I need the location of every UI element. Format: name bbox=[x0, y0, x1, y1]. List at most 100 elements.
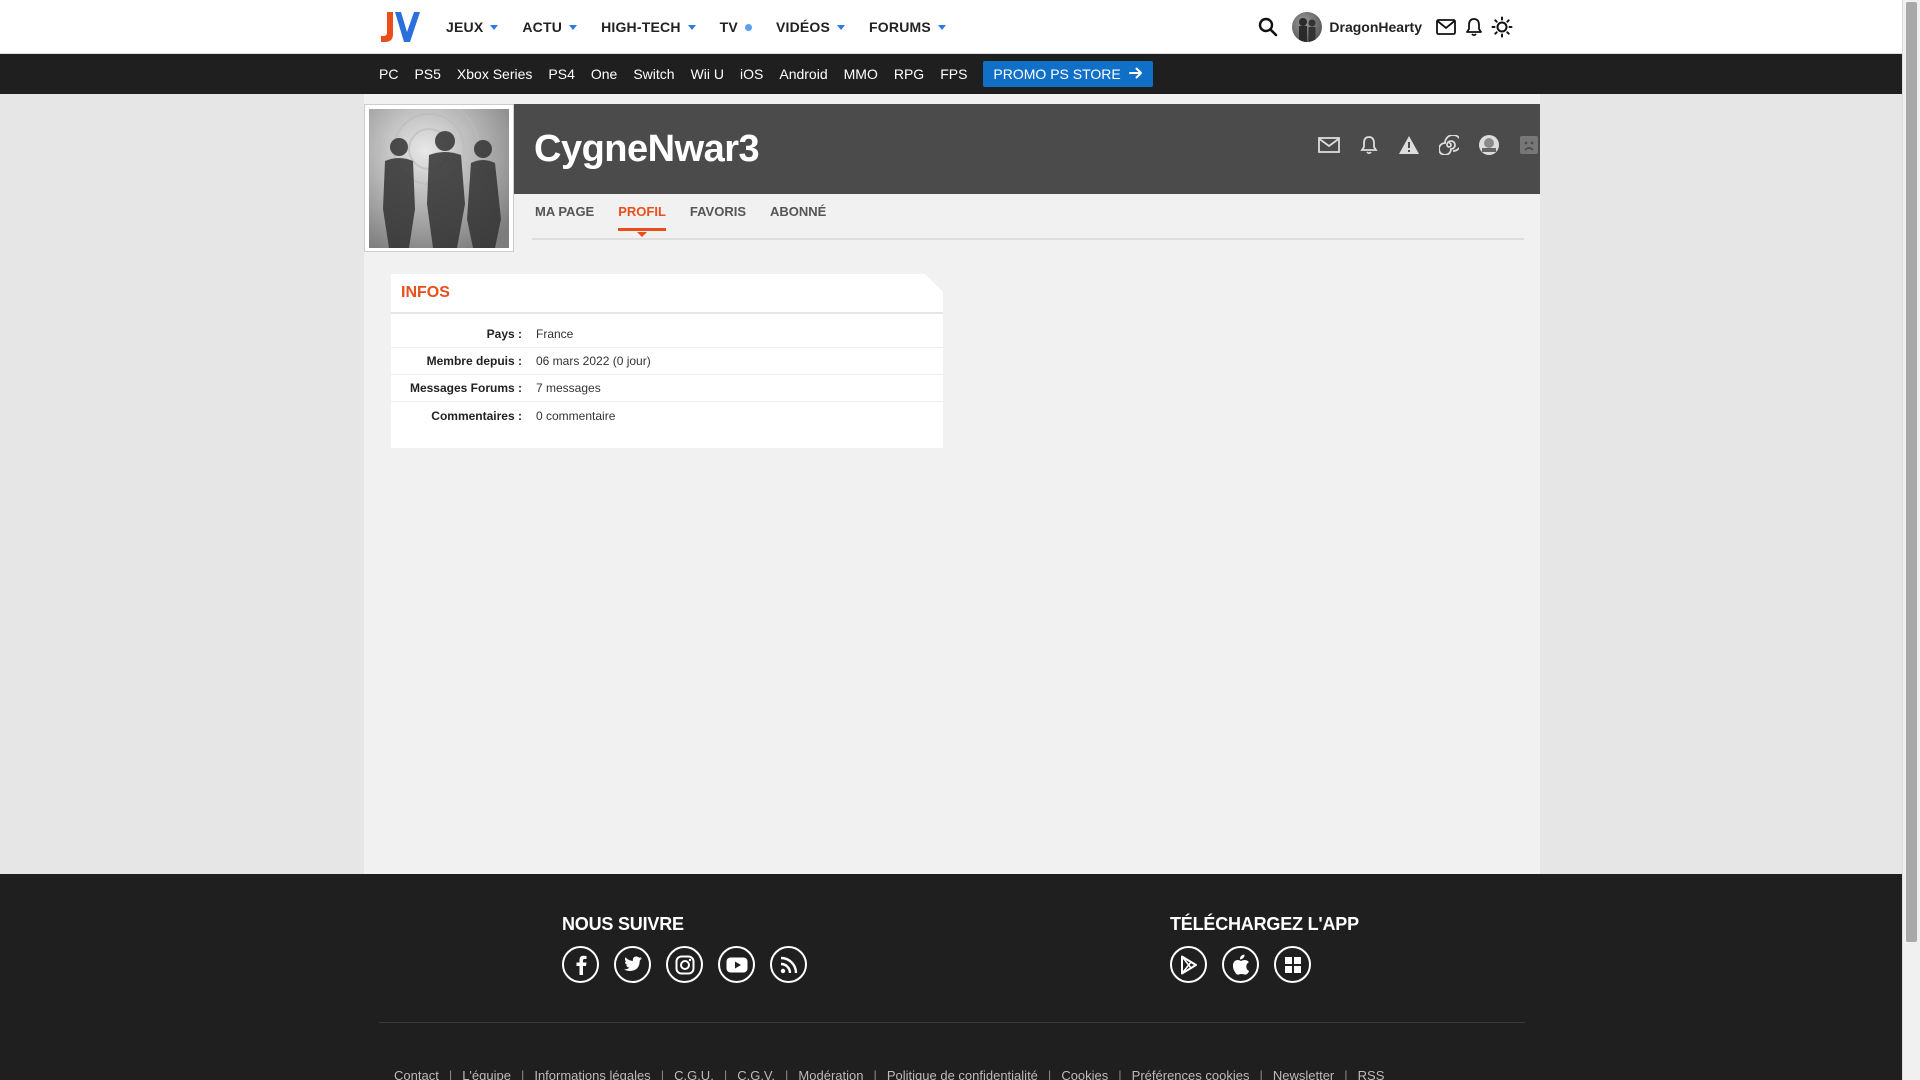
chevron-down-icon bbox=[687, 24, 696, 30]
separator: | bbox=[448, 1068, 453, 1080]
footer-link-informations-legales[interactable]: Informations légales bbox=[534, 1068, 650, 1080]
nav-item-high-tech[interactable]: HIGH-TECH bbox=[601, 19, 696, 35]
user-menu[interactable]: DragonHearty bbox=[1292, 12, 1422, 42]
sad-face-icon[interactable] bbox=[1518, 134, 1540, 156]
tab-favoris[interactable]: FAVORIS bbox=[690, 204, 746, 229]
nav-item-jeux[interactable]: JEUX bbox=[446, 19, 499, 35]
info-row-commentaires: Commentaires : 0 commentaire bbox=[391, 402, 943, 429]
info-row-membre-depuis: Membre depuis : 06 mars 2022 (0 jour) bbox=[391, 348, 943, 375]
separator: | bbox=[785, 1068, 789, 1080]
mail-icon[interactable] bbox=[1318, 134, 1340, 156]
username-label: DragonHearty bbox=[1329, 19, 1422, 35]
footer-link-contact[interactable]: Contact bbox=[394, 1068, 439, 1080]
chevron-down-icon bbox=[837, 24, 846, 30]
user-toolbar: DragonHearty bbox=[1254, 0, 1516, 54]
platform-link-one[interactable]: One bbox=[591, 66, 617, 82]
profile-actions bbox=[1318, 134, 1540, 156]
footer-link-politique-confidentialite[interactable]: Politique de confidentialité bbox=[887, 1068, 1038, 1080]
platform-link-ios[interactable]: iOS bbox=[740, 66, 763, 82]
search-icon[interactable] bbox=[1254, 13, 1282, 41]
bell-icon[interactable] bbox=[1358, 134, 1380, 156]
scrollbar-thumb[interactable] bbox=[1906, 2, 1917, 942]
platform-link-rpg[interactable]: RPG bbox=[894, 66, 924, 82]
footer-link-equipe[interactable]: L'équipe bbox=[462, 1068, 511, 1080]
main-menu: JEUX ACTU HIGH-TECH TV VIDÉOS FORUMS bbox=[446, 0, 970, 54]
arrow-right-icon bbox=[1128, 66, 1143, 83]
live-dot-icon bbox=[744, 23, 752, 31]
facebook-icon[interactable] bbox=[562, 946, 599, 983]
nav-label: FORUMS bbox=[869, 19, 931, 35]
promo-label: PROMO PS STORE bbox=[993, 66, 1121, 82]
windows-icon[interactable] bbox=[1274, 946, 1311, 983]
info-label: Pays : bbox=[486, 327, 522, 341]
platform-link-ps5[interactable]: PS5 bbox=[414, 66, 440, 82]
app-links bbox=[1170, 946, 1311, 983]
platform-link-wii-u[interactable]: Wii U bbox=[691, 66, 724, 82]
bell-icon[interactable] bbox=[1460, 13, 1488, 41]
footer bbox=[0, 874, 1902, 1080]
footer-links: Contact | L'équipe | Informations légales |… bbox=[394, 1068, 1384, 1080]
separator: | bbox=[1047, 1068, 1052, 1080]
platform-link-xbox-series[interactable]: Xbox Series bbox=[457, 66, 532, 82]
rss-icon[interactable] bbox=[770, 946, 807, 983]
tab-abonne[interactable]: ABONNÉ bbox=[770, 204, 826, 229]
info-label: Messages Forums : bbox=[409, 381, 522, 395]
separator: | bbox=[723, 1068, 728, 1080]
avatar bbox=[1292, 12, 1323, 42]
nav-item-forums[interactable]: FORUMS bbox=[869, 19, 946, 35]
nav-item-actu[interactable]: ACTU bbox=[522, 19, 578, 35]
tab-profil[interactable]: PROFIL bbox=[618, 204, 666, 237]
nav-item-tv[interactable]: TV bbox=[720, 19, 752, 35]
tab-divider bbox=[532, 238, 1524, 240]
profile-avatar bbox=[369, 109, 509, 248]
youtube-icon[interactable] bbox=[718, 946, 755, 983]
social-links bbox=[562, 946, 807, 983]
info-label: Commentaires : bbox=[431, 408, 522, 423]
footer-link-preferences-cookies[interactable]: Préférences cookies bbox=[1132, 1068, 1250, 1080]
app-title: TÉLÉCHARGEZ L'APP bbox=[1170, 914, 1359, 934]
badge-icon[interactable] bbox=[1478, 134, 1500, 156]
nav-label: VIDÉOS bbox=[775, 19, 831, 35]
separator: | bbox=[520, 1068, 525, 1080]
nav-label: TV bbox=[719, 19, 738, 35]
mail-icon[interactable] bbox=[1432, 13, 1460, 41]
footer-link-moderation[interactable]: Modération bbox=[798, 1068, 863, 1080]
footer-link-newsletter[interactable]: Newsletter bbox=[1273, 1068, 1334, 1080]
warning-icon[interactable] bbox=[1398, 134, 1420, 156]
twitter-icon[interactable] bbox=[614, 946, 651, 983]
info-label: Membre depuis : bbox=[426, 354, 522, 368]
platform-link-android[interactable]: Android bbox=[779, 66, 827, 82]
info-value: France bbox=[536, 327, 574, 341]
chevron-down-icon bbox=[569, 24, 578, 30]
footer-divider bbox=[379, 1022, 1525, 1023]
promo-ps-store-button[interactable]: PROMO PS STORE bbox=[983, 61, 1153, 87]
platform-link-ps4[interactable]: PS4 bbox=[548, 66, 574, 82]
footer-link-cgv[interactable]: C.G.V. bbox=[737, 1068, 775, 1080]
separator: | bbox=[1344, 1068, 1348, 1080]
nav-item-videos[interactable]: VIDÉOS bbox=[775, 19, 846, 35]
profile-username: CygneNwar3 bbox=[534, 128, 760, 170]
footer-link-cgu[interactable]: C.G.U. bbox=[674, 1068, 714, 1080]
separator: | bbox=[660, 1068, 665, 1080]
platform-link-pc[interactable]: PC bbox=[379, 66, 398, 82]
sun-icon[interactable] bbox=[1488, 13, 1516, 41]
profile-avatar-frame bbox=[364, 104, 514, 252]
chevron-down-icon bbox=[490, 24, 499, 30]
platform-link-fps[interactable]: FPS bbox=[940, 66, 967, 82]
footer-link-cookies[interactable]: Cookies bbox=[1061, 1068, 1108, 1080]
separator: | bbox=[1118, 1068, 1122, 1080]
page-scrollbar[interactable] bbox=[1902, 0, 1920, 1080]
nav-label: JEUX bbox=[446, 19, 484, 35]
info-value: 0 commentaire bbox=[536, 408, 616, 423]
tab-ma-page[interactable]: MA PAGE bbox=[535, 204, 594, 229]
instagram-icon[interactable] bbox=[666, 946, 703, 983]
apple-icon[interactable] bbox=[1222, 946, 1259, 983]
spiral-icon[interactable] bbox=[1438, 134, 1460, 156]
footer-link-rss[interactable]: RSS bbox=[1358, 1068, 1385, 1080]
jv-logo[interactable] bbox=[378, 8, 422, 46]
nav-label: HIGH-TECH bbox=[601, 19, 681, 35]
info-row-messages-forums: Messages Forums : 7 messages bbox=[391, 375, 943, 402]
google-play-icon[interactable] bbox=[1170, 946, 1207, 983]
platform-link-mmo[interactable]: MMO bbox=[844, 66, 878, 82]
platform-link-switch[interactable]: Switch bbox=[633, 66, 674, 82]
